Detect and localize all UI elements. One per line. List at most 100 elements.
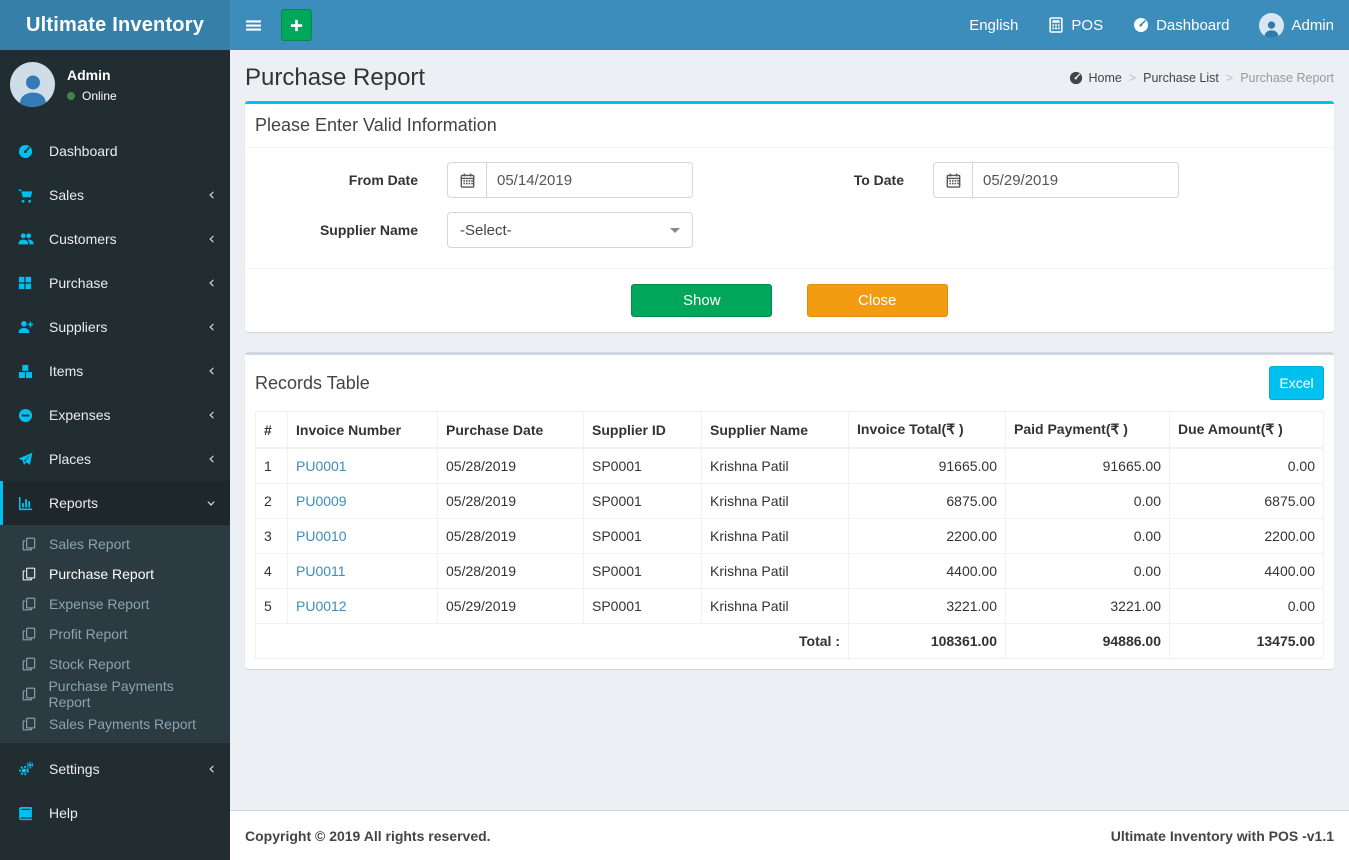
sidebar-item-help[interactable]: Help — [0, 791, 230, 835]
sidebar-item-expenses[interactable]: Expenses ‹ — [0, 393, 230, 437]
calendar-icon[interactable] — [448, 163, 487, 197]
filter-card-header: Please Enter Valid Information — [245, 104, 1334, 148]
breadcrumb-separator: > — [1225, 71, 1234, 85]
user-status: Online — [67, 89, 117, 103]
column-header-supplier-id: Supplier ID — [583, 411, 702, 449]
total-label: Total : — [255, 623, 849, 659]
breadcrumb-purchase-list[interactable]: Purchase List — [1143, 71, 1219, 85]
invoice-link[interactable]: PU0009 — [296, 493, 347, 509]
submenu-item-purchase-payments-report[interactable]: Purchase Payments Report — [0, 678, 230, 710]
calculator-icon — [1048, 17, 1064, 33]
dashboard-icon — [18, 144, 40, 159]
column-header-supplier-name: Supplier Name — [701, 411, 849, 449]
bar-chart-icon — [18, 496, 40, 511]
excel-export-button[interactable]: Excel — [1269, 366, 1324, 400]
submenu-item-stock-report[interactable]: Stock Report — [0, 649, 230, 679]
column-header-invoice-number: Invoice Number — [287, 411, 438, 449]
table-row: 2 PU0009 05/28/2019 SP0001 Krishna Patil… — [255, 483, 1324, 519]
chevron-left-icon: ‹ — [208, 448, 215, 469]
sidebar-user-panel: Admin Online — [0, 50, 230, 119]
submenu-item-expense-report[interactable]: Expense Report — [0, 589, 230, 619]
gears-icon — [18, 761, 40, 777]
user-plus-icon — [18, 319, 40, 335]
column-header-due-amount: Due Amount(₹ ) — [1169, 411, 1324, 449]
to-date-group — [933, 162, 1179, 198]
sidebar-item-dashboard[interactable]: Dashboard — [0, 129, 230, 173]
table-row: 3 PU0010 05/28/2019 SP0001 Krishna Patil… — [255, 518, 1324, 554]
supplier-name-label: Supplier Name — [319, 222, 418, 238]
minus-circle-icon — [18, 408, 40, 423]
breadcrumb: Home > Purchase List > Purchase Report — [1069, 71, 1334, 85]
total-paid: 94886.00 — [1005, 623, 1170, 659]
copy-icon — [22, 537, 42, 551]
sidebar: Admin Online Dashboard Sales ‹ Customers ‹… — [0, 50, 230, 860]
sidebar-item-sales[interactable]: Sales ‹ — [0, 173, 230, 217]
chevron-left-icon: ‹ — [208, 758, 215, 779]
sidebar-item-customers[interactable]: Customers ‹ — [0, 217, 230, 261]
records-card-title: Records Table — [255, 372, 370, 393]
chevron-left-icon: ‹ — [208, 360, 215, 381]
copy-icon — [22, 627, 42, 641]
table-row: 4 PU0011 05/28/2019 SP0001 Krishna Patil… — [255, 553, 1324, 589]
book-icon — [18, 806, 40, 821]
submenu-item-sales-report[interactable]: Sales Report — [0, 529, 230, 559]
top-bar: Ultimate Inventory English POS Dashboard — [0, 0, 1349, 50]
avatar — [10, 62, 55, 107]
invoice-link[interactable]: PU0010 — [296, 528, 347, 544]
sidebar-item-suppliers[interactable]: Suppliers ‹ — [0, 305, 230, 349]
copy-icon — [22, 657, 42, 671]
records-table: # Invoice Number Purchase Date Supplier … — [255, 411, 1324, 659]
version-text: Ultimate Inventory with POS -v1.1 — [1110, 827, 1334, 844]
sidebar-toggle-button[interactable] — [230, 0, 276, 50]
close-button[interactable]: Close — [806, 284, 948, 317]
page-title: Purchase Report — [245, 64, 426, 91]
column-header-paid-payment: Paid Payment(₹ ) — [1005, 411, 1170, 449]
filter-card-body: From Date To Date Supplier Name -Select- — [245, 148, 1334, 268]
sidebar-item-places[interactable]: Places ‹ — [0, 437, 230, 481]
supplier-select[interactable]: -Select- — [447, 212, 693, 248]
invoice-link[interactable]: PU0012 — [296, 598, 347, 614]
nav-dashboard[interactable]: Dashboard — [1118, 0, 1244, 50]
sidebar-item-items[interactable]: Items ‹ — [0, 349, 230, 393]
copy-icon — [22, 567, 42, 581]
chevron-left-icon: ‹ — [208, 272, 215, 293]
dashboard-icon — [1069, 71, 1083, 85]
sidebar-item-settings[interactable]: Settings ‹ — [0, 747, 230, 791]
plus-icon — [289, 18, 304, 33]
filter-card-title: Please Enter Valid Information — [255, 115, 497, 135]
invoice-link[interactable]: PU0001 — [296, 458, 347, 474]
copy-icon — [22, 717, 42, 731]
sidebar-item-reports[interactable]: Reports ‹ — [0, 481, 230, 525]
content-header: Purchase Report Home > Purchase List > P… — [230, 50, 1349, 101]
submenu-item-profit-report[interactable]: Profit Report — [0, 619, 230, 649]
to-date-input[interactable] — [973, 163, 1178, 197]
quick-add-button[interactable] — [281, 9, 312, 41]
show-button[interactable]: Show — [631, 284, 773, 317]
users-icon — [18, 231, 40, 247]
from-date-label: From Date — [348, 172, 418, 188]
breadcrumb-home[interactable]: Home — [1069, 71, 1122, 85]
nav-language[interactable]: English — [954, 0, 1033, 50]
filter-card: Please Enter Valid Information From Date… — [245, 101, 1334, 332]
copyright-text: Copyright © 2019 All rights reserved. — [245, 827, 491, 844]
calendar-icon[interactable] — [934, 163, 973, 197]
chevron-left-icon: ‹ — [208, 404, 215, 425]
chevron-left-icon: ‹ — [208, 316, 215, 337]
from-date-input[interactable] — [487, 163, 692, 197]
app-logo[interactable]: Ultimate Inventory — [0, 0, 230, 50]
records-card-header: Records Table Excel — [245, 355, 1334, 411]
submenu-item-sales-payments-report[interactable]: Sales Payments Report — [0, 709, 230, 739]
chevron-left-icon: ‹ — [208, 228, 215, 249]
sidebar-item-purchase[interactable]: Purchase ‹ — [0, 261, 230, 305]
submenu-item-purchase-report[interactable]: Purchase Report — [0, 559, 230, 589]
hamburger-icon — [245, 17, 262, 34]
from-date-group — [447, 162, 693, 198]
navbar: English POS Dashboard Admin — [230, 0, 1349, 50]
person-icon — [15, 71, 51, 107]
nav-pos[interactable]: POS — [1033, 0, 1118, 50]
copy-icon — [22, 687, 41, 701]
invoice-link[interactable]: PU0011 — [296, 563, 346, 579]
nav-user-menu[interactable]: Admin — [1244, 0, 1349, 50]
content-area: Purchase Report Home > Purchase List > P… — [230, 0, 1349, 760]
breadcrumb-current: Purchase Report — [1240, 71, 1334, 85]
